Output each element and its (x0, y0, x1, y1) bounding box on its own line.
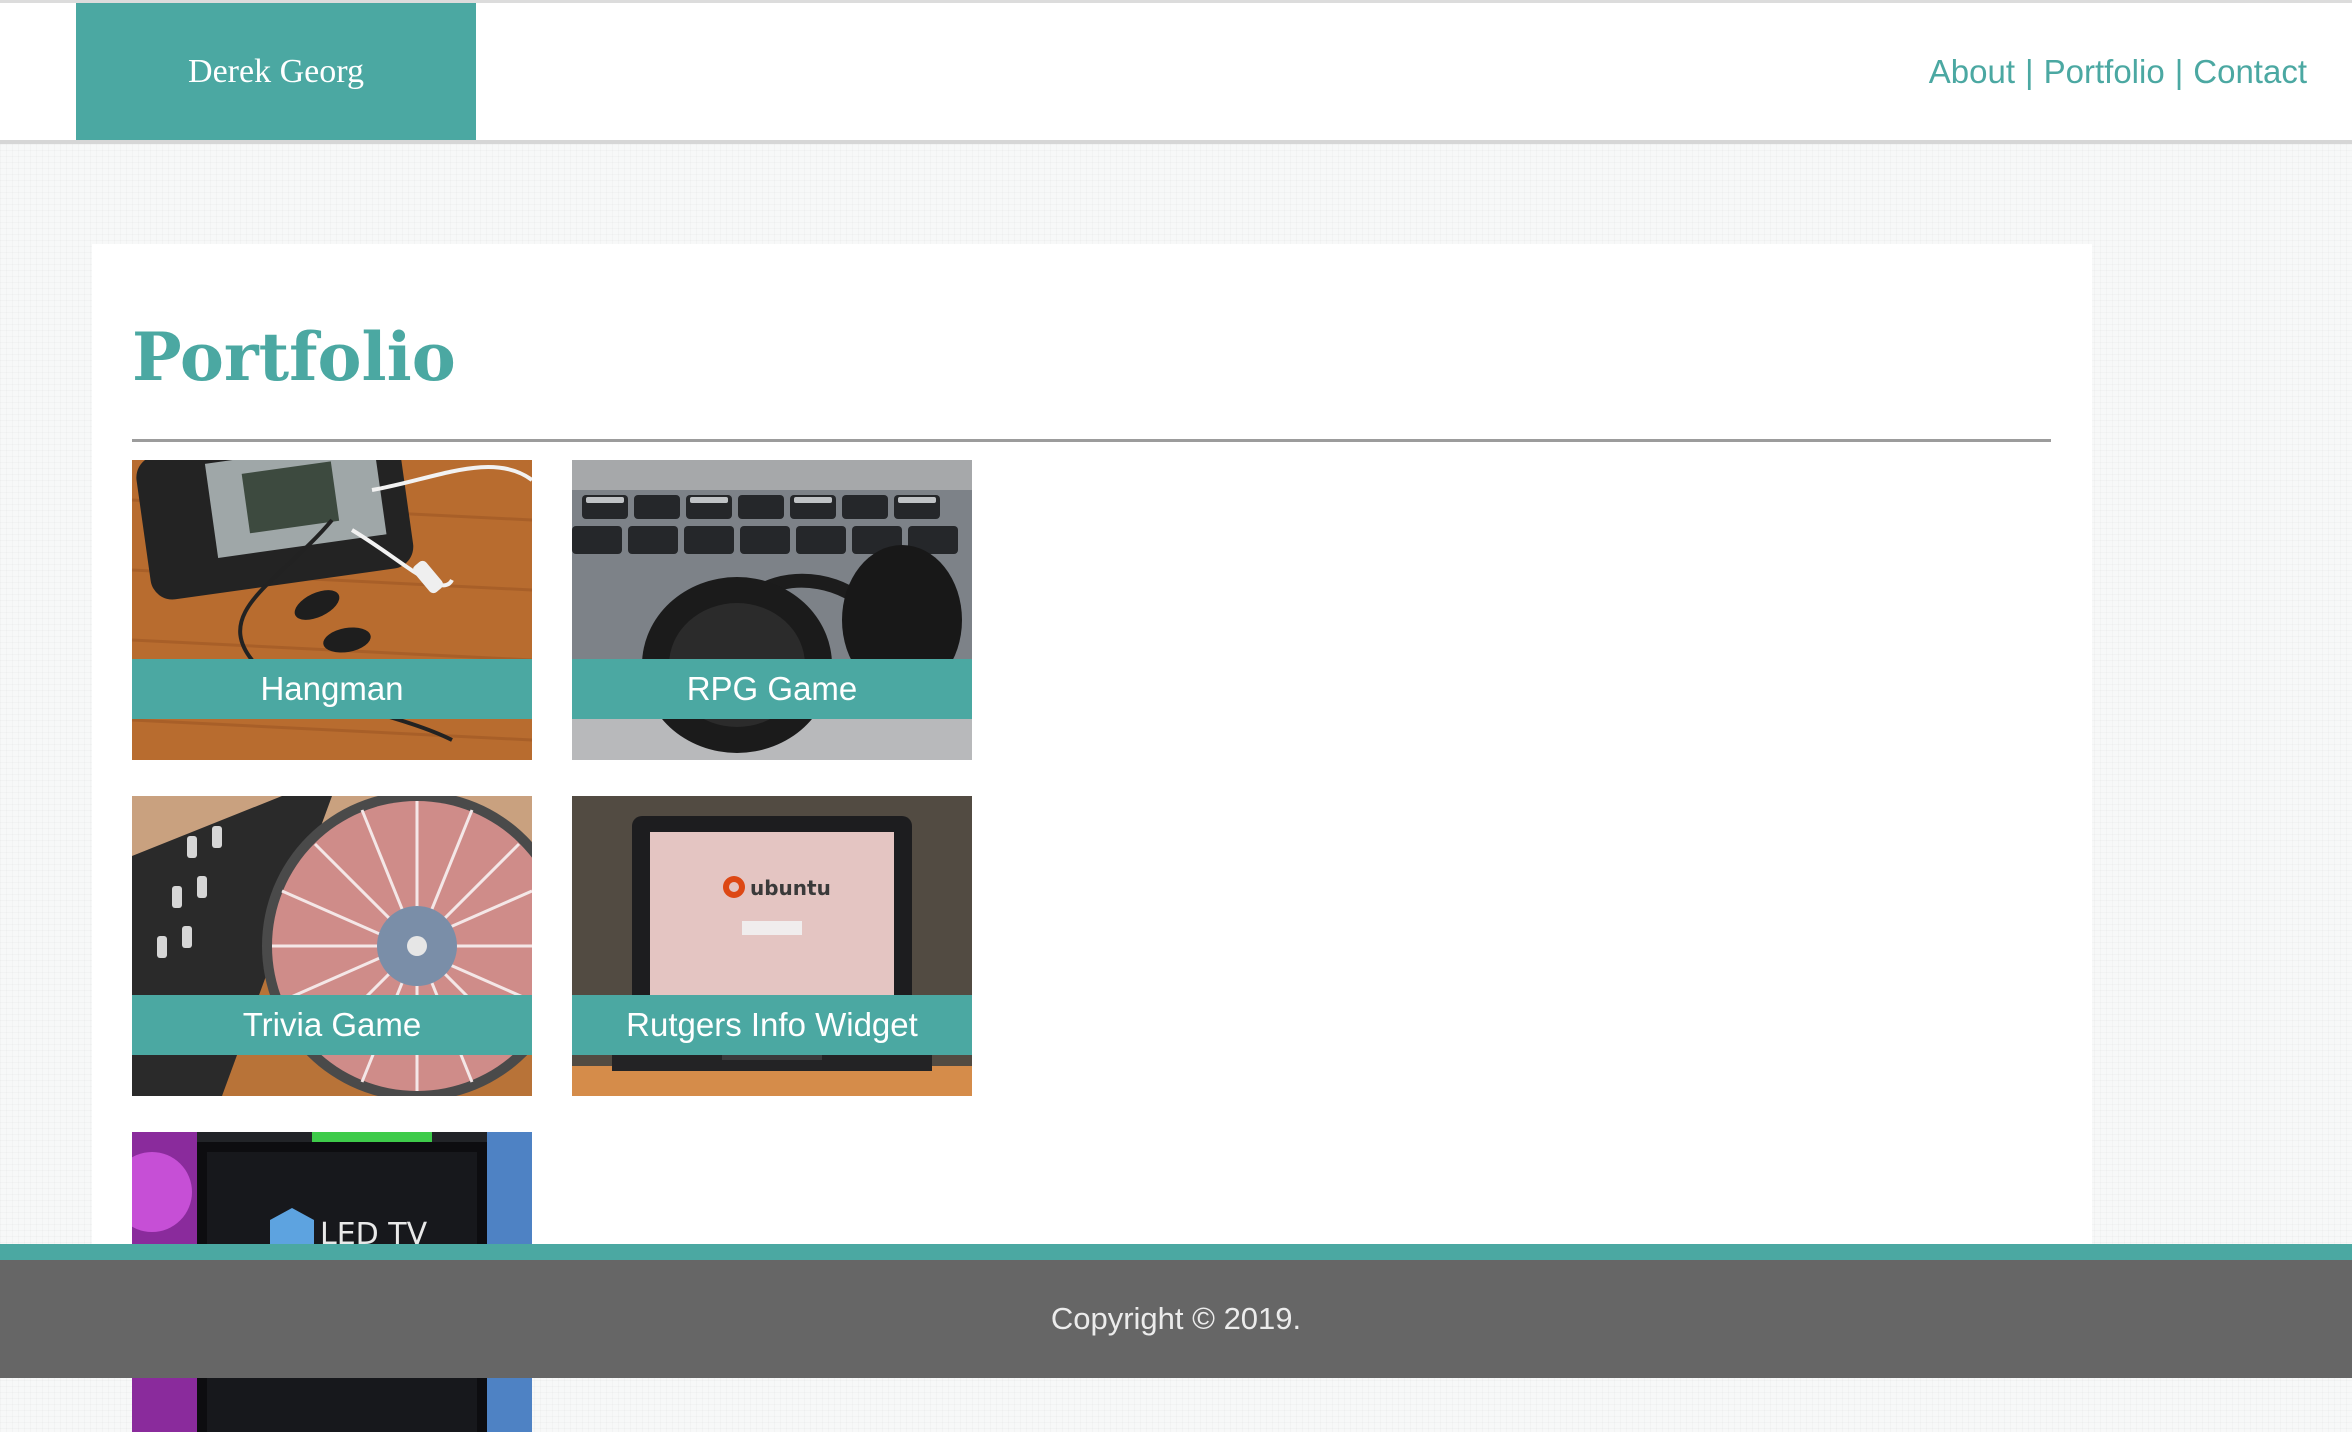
nav-separator: | (2025, 52, 2034, 90)
project-card-rpg-game[interactable]: RPG Game (572, 460, 972, 760)
ubuntu-wordmark: ubuntu (750, 876, 831, 900)
page-title: Portfolio (132, 318, 456, 396)
main-nav: About | Portfolio | Contact (1929, 3, 2307, 140)
nav-portfolio-link[interactable]: Portfolio (2044, 53, 2165, 91)
copyright-text: Copyright © 2019. (1050, 1301, 1302, 1336)
project-card-trivia-game[interactable]: Trivia Game (132, 796, 532, 1096)
project-card-hangman[interactable]: Hangman (132, 460, 532, 760)
nav-separator: | (2174, 52, 2184, 90)
project-label: Hangman (132, 659, 532, 719)
project-label: Rutgers Info Widget (572, 995, 972, 1055)
nav-contact-link[interactable]: Contact (2193, 53, 2307, 91)
site-header: Derek Georg About | Portfolio | Contact (0, 3, 2352, 144)
title-divider (132, 439, 2051, 442)
site-footer: Copyright © 2019. (0, 1260, 2352, 1378)
project-card-rutgers-info-widget[interactable]: ubuntu Rutgers Info Widget (572, 796, 972, 1096)
project-label: Trivia Game (132, 995, 532, 1055)
footer-accent-bar (0, 1244, 2352, 1260)
nav-about-link[interactable]: About (1929, 53, 2015, 91)
brand-logo[interactable]: Derek Georg (76, 3, 476, 140)
project-label: RPG Game (572, 659, 972, 719)
portfolio-panel: Portfolio Hangman RPG Game Trivia Game u… (92, 244, 2092, 1432)
